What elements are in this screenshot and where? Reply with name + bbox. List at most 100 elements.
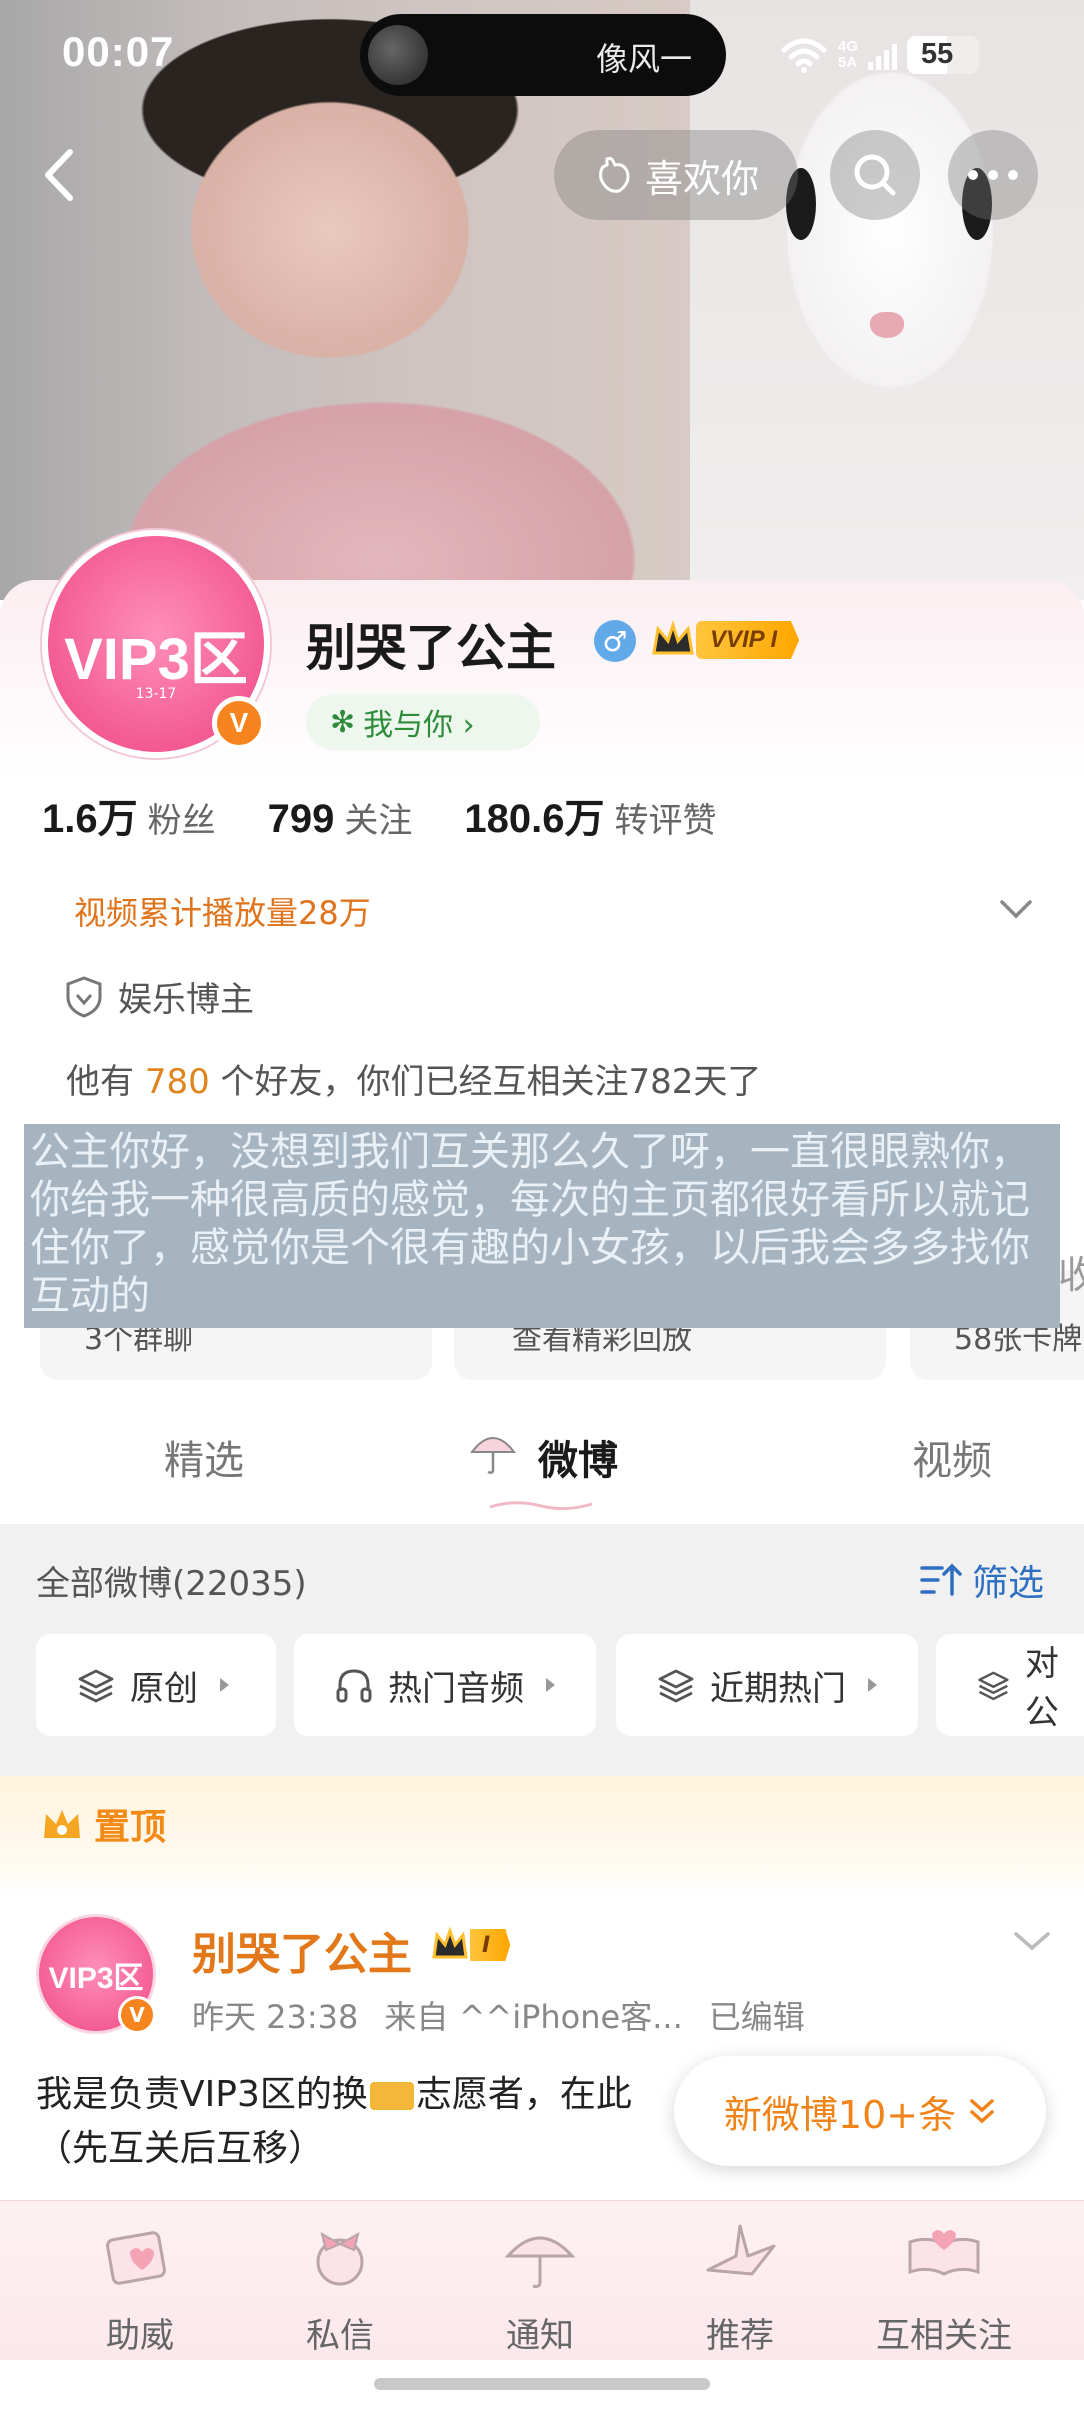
filter-pill-audio[interactable]: 热门音频 <box>294 1634 596 1736</box>
filter-pill-original[interactable]: 原创 <box>36 1634 276 1736</box>
signal-icon <box>868 40 898 70</box>
tab-video[interactable]: 视频 <box>912 1428 992 1486</box>
like-you-label: 喜欢你 <box>644 156 759 201</box>
nav-notifications[interactable]: 通知 <box>470 2210 610 2360</box>
nav-label: 助威 <box>106 2316 174 2356</box>
stat-value: 180.6万 <box>464 797 605 841</box>
dynamic-island[interactable]: 像风一 <box>360 14 726 96</box>
like-you-button[interactable]: 喜欢你 <box>554 130 798 220</box>
nav-label: 互相关注 <box>876 2316 1012 2356</box>
verified-badge-icon: V <box>118 1996 156 2034</box>
layers-icon <box>78 1669 114 1703</box>
filter-button[interactable]: 筛选 <box>918 1554 1044 1606</box>
pill-label: 近期热门 <box>710 1668 846 1709</box>
more-button[interactable] <box>948 130 1038 220</box>
nav-label: 推荐 <box>706 2316 774 2356</box>
relation-button[interactable]: ✻ 我与你 › <box>306 694 540 750</box>
battery-icon: 55 <box>907 36 980 74</box>
friends-info: 他有 780 个好友，你们已经互相关注782天了 <box>66 1054 761 1103</box>
caret-right-icon <box>220 1678 229 1692</box>
message-text: 公主你好，没想到我们互关那么久了呀，一直很眼熟你，你给我一种很高质的感觉，每次的… <box>30 1129 1030 1319</box>
message-bow-icon <box>316 2232 364 2286</box>
status-icons: 4G 5A 55 <box>780 30 980 80</box>
friends-prefix: 他有 <box>66 1062 145 1102</box>
post-vip-badge: I <box>430 1924 511 1966</box>
filter-label: 筛选 <box>972 1563 1045 1604</box>
network-bottom: 5A <box>838 54 858 71</box>
vvip-badge[interactable]: VVIP I <box>650 616 800 664</box>
post-edited[interactable]: 已编辑 <box>709 1992 805 2038</box>
umbrella-icon <box>469 1437 517 1474</box>
feed-title: 全部微博(22035) <box>36 1564 307 1604</box>
relation-label: 我与你 › <box>363 708 475 743</box>
post-time: 昨天 23:38 <box>192 1998 359 2036</box>
shield-icon <box>66 975 102 1018</box>
profile-name: 别哭了公主 <box>306 619 556 677</box>
stat-value: 1.6万 <box>42 797 138 841</box>
hand-heart-icon <box>599 156 630 193</box>
back-arrow-icon[interactable] <box>28 140 98 210</box>
network-top: 4G <box>838 38 859 55</box>
caret-right-icon <box>868 1678 877 1692</box>
tab-active-indicator <box>489 1501 593 1511</box>
nav-mutual-follow[interactable]: 互相关注 <box>874 2210 1014 2360</box>
status-time: 00:07 <box>62 28 175 75</box>
nav-label: 私信 <box>306 2316 374 2356</box>
crown-icon <box>432 1926 468 1959</box>
vvip-label: VVIP I <box>696 621 800 659</box>
new-posts-label: 新微博10+条 <box>723 2092 957 2137</box>
nav-cheer[interactable]: 助威 <box>70 2210 210 2360</box>
nav-messages[interactable]: 私信 <box>270 2210 410 2360</box>
post-source[interactable]: 来自 ^^iPhone客... <box>384 1992 682 2038</box>
more-dots-icon <box>968 170 1018 180</box>
filter-pill-more[interactable]: 对公 <box>936 1634 1084 1736</box>
pinned-label: 置顶 <box>40 1798 166 1850</box>
post-vip-label: I <box>470 1929 511 1961</box>
verified-badge-icon: V <box>212 696 266 750</box>
category-label: 娱乐博主 <box>118 980 254 1020</box>
headphones-icon <box>336 1669 372 1703</box>
tab-weibo[interactable]: 微博 <box>538 1428 618 1486</box>
blogger-category: 娱乐博主 <box>64 972 254 1021</box>
avatar-text: VIP3区 <box>64 627 248 692</box>
rabbit-nose <box>870 312 904 338</box>
home-indicator[interactable] <box>374 2378 710 2390</box>
friends-suffix: 个好友，你们已经互相关注782天了 <box>209 1062 762 1102</box>
post-text-part2: 志愿者，在此 <box>415 2074 632 2115</box>
ticket-icon <box>369 2082 414 2110</box>
profile-stats: 1.6万 粉丝 799 关注 180.6万 转评赞 <box>42 786 768 844</box>
male-gender-icon: ♂ <box>594 620 636 662</box>
chevron-down-icon[interactable] <box>996 888 1036 928</box>
crown-icon <box>652 619 694 655</box>
tab-featured[interactable]: 精选 <box>164 1428 244 1486</box>
post-avatar-text: VIP3区 <box>48 1962 144 1995</box>
wifi-icon <box>781 38 827 73</box>
pill-label: 原创 <box>130 1668 198 1709</box>
friends-count[interactable]: 780 <box>145 1062 210 1102</box>
chevron-down-icon[interactable] <box>1010 1926 1054 1956</box>
search-icon <box>854 154 896 196</box>
filter-pill-recent-hot[interactable]: 近期热门 <box>616 1634 918 1736</box>
post-author-name[interactable]: 别哭了公主 <box>192 1918 412 1982</box>
paper-crane-icon <box>706 2224 776 2276</box>
crown-icon <box>44 1810 80 1838</box>
post-text-part1: 我是负责VIP3区的换 <box>36 2074 368 2115</box>
caret-right-icon <box>546 1678 555 1692</box>
nav-recommend[interactable]: 推荐 <box>670 2210 810 2360</box>
pinned-text: 置顶 <box>94 1807 167 1848</box>
stat-interactions[interactable]: 180.6万 转评赞 <box>464 786 716 844</box>
battery-level: 55 <box>921 38 954 70</box>
book-heart-icon <box>908 2230 980 2276</box>
stat-following[interactable]: 799 关注 <box>268 793 413 842</box>
stat-followers[interactable]: 1.6万 粉丝 <box>42 786 216 844</box>
new-posts-button[interactable]: 新微博10+条 <box>674 2056 1046 2166</box>
status-bar: 00:07 像风一 4G 5A 55 <box>0 0 1084 110</box>
pill-label: 热门音频 <box>388 1668 524 1709</box>
clover-icon: ✻ <box>330 704 356 740</box>
search-button[interactable] <box>830 130 920 220</box>
stat-label: 粉丝 <box>147 801 216 841</box>
cheer-icon <box>106 2231 166 2285</box>
stat-label: 转评赞 <box>614 801 717 841</box>
nav-label: 通知 <box>506 2316 574 2356</box>
umbrella-icon <box>504 2236 576 2288</box>
